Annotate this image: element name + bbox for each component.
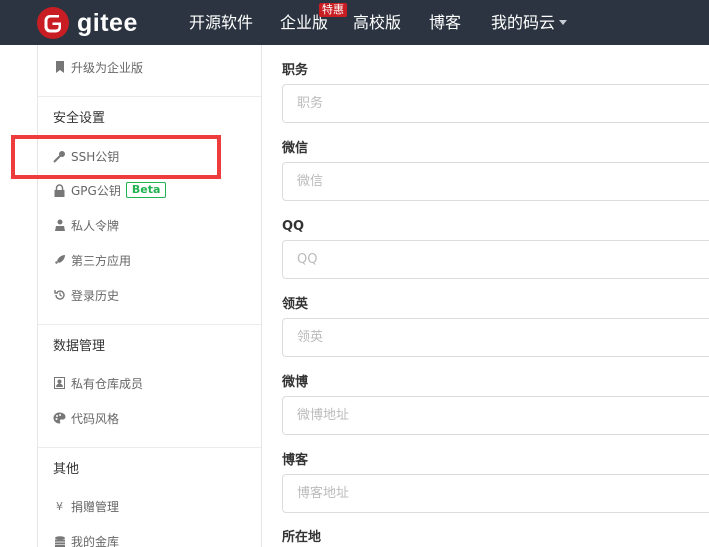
sidebar-item-label: 我的金库: [71, 534, 120, 547]
gitee-logo-icon: [37, 7, 69, 39]
field-label-blog: 博客: [282, 453, 309, 468]
blog-input[interactable]: 博客地址: [282, 474, 709, 513]
settings-sidebar: 升级为企业版 安全设置 SSH公钥 GPG公钥 Beta 私人令牌 第三方应用 …: [37, 45, 262, 547]
sidebar-item-label: 捐赠管理: [71, 499, 120, 514]
nav-open-source[interactable]: 开源软件: [189, 12, 253, 34]
section-title-other: 其他: [53, 462, 80, 477]
nav-my-gitee[interactable]: 我的码云: [491, 12, 568, 34]
history-icon: [53, 289, 66, 302]
sidebar-item-label: 升级为企业版: [71, 60, 144, 75]
sidebar-item-label: 第三方应用: [71, 253, 132, 268]
field-label-weibo: 微博: [282, 375, 309, 390]
sidebar-item-login-history[interactable]: 登录历史: [53, 285, 119, 305]
promo-badge: 特惠: [319, 3, 347, 17]
sidebar-item-private-token[interactable]: 私人令牌: [53, 215, 119, 235]
sidebar-item-gpg-key[interactable]: GPG公钥 Beta: [53, 180, 167, 200]
top-navbar: gitee 开源软件 企业版 特惠 高校版 博客 我的码云: [0, 0, 709, 45]
title-input[interactable]: 职务: [282, 84, 709, 123]
field-label-wechat: 微信: [282, 141, 309, 156]
sidebar-item-donation[interactable]: ¥ 捐赠管理: [53, 496, 119, 516]
sidebar-item-label: GPG公钥: [71, 183, 121, 198]
sidebar-item-label: 私人令牌: [71, 218, 120, 233]
repo-member-icon: [53, 377, 66, 390]
gitee-logo[interactable]: gitee: [37, 7, 138, 39]
weibo-input[interactable]: 微博地址: [282, 396, 709, 435]
nav-education[interactable]: 高校版: [353, 12, 401, 34]
rocket-icon: [53, 254, 66, 267]
caret-down-icon: [559, 20, 568, 25]
coins-icon: [53, 535, 66, 547]
nav-blog[interactable]: 博客: [429, 12, 461, 34]
sidebar-item-label: 代码风格: [71, 411, 120, 426]
yen-icon: ¥: [56, 499, 63, 513]
section-title-security: 安全设置: [53, 111, 106, 126]
qq-input[interactable]: QQ: [282, 240, 709, 279]
sidebar-item-label: 私有仓库成员: [71, 376, 144, 391]
wechat-input[interactable]: 微信: [282, 162, 709, 201]
divider: [38, 96, 261, 97]
sidebar-item-vault[interactable]: 我的金库: [53, 531, 119, 547]
field-label-linkedin: 领英: [282, 297, 309, 312]
highlight-box: [11, 135, 221, 179]
sidebar-item-label: 登录历史: [71, 288, 120, 303]
field-label-location: 所在地: [282, 530, 322, 545]
divider: [38, 324, 261, 325]
upgrade-icon: [53, 61, 66, 74]
sidebar-item-upgrade[interactable]: 升级为企业版: [53, 57, 143, 77]
linkedin-input[interactable]: 领英: [282, 318, 709, 357]
nav-my-gitee-label: 我的码云: [491, 13, 556, 32]
sidebar-item-repo-members[interactable]: 私有仓库成员: [53, 373, 143, 393]
sidebar-item-third-party-apps[interactable]: 第三方应用: [53, 250, 131, 270]
logo-text: gitee: [77, 9, 138, 37]
section-title-data: 数据管理: [53, 339, 106, 354]
token-icon: [53, 219, 66, 232]
sidebar-item-code-style[interactable]: 代码风格: [53, 408, 119, 428]
lock-icon: [53, 183, 66, 197]
field-label-qq: QQ: [282, 219, 305, 234]
beta-badge: Beta: [125, 182, 167, 198]
palette-icon: [53, 412, 66, 425]
field-label-title: 职务: [282, 63, 309, 78]
divider: [38, 447, 261, 448]
